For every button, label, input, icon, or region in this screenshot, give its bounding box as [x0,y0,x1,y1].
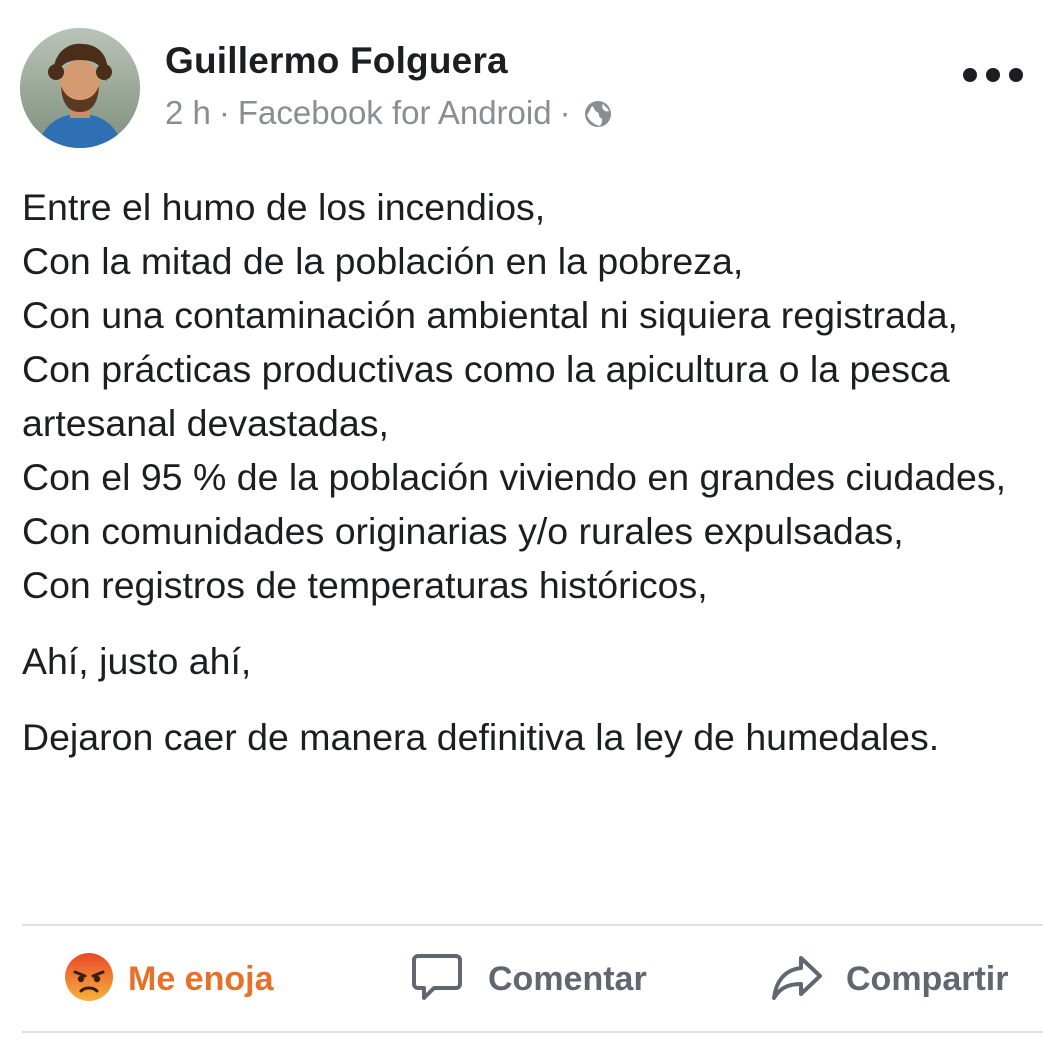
share-label: Compartir [846,959,1009,998]
post-body: Entre el humo de los incendios, Con la m… [22,180,1032,786]
post-paragraph: Entre el humo de los incendios, Con la m… [22,186,1007,606]
actions-divider-top [22,924,1043,926]
react-button[interactable]: Me enoja [64,927,273,1031]
react-label: Me enoja [128,959,274,998]
meta-separator: · [218,94,230,131]
post-paragraph: Dejaron caer de manera definitiva la ley… [22,716,940,758]
post-source: Facebook for Android [237,94,552,131]
more-options-button[interactable] [963,58,1023,92]
comment-bubble-icon [410,950,464,1009]
post-meta: 2 h · Facebook for Android · [165,94,613,132]
author-name[interactable]: Guillermo Folguera [165,40,508,82]
share-arrow-icon [770,950,824,1009]
post-actions-bar: Me enoja Comentar Compartir [0,927,1043,1031]
meta-separator: · [559,94,571,131]
avatar[interactable] [20,28,140,148]
more-dot-icon [986,68,1000,82]
angry-emoji-icon [64,952,114,1007]
post-header: Guillermo Folguera 2 h · Facebook for An… [20,28,1023,148]
share-button[interactable]: Compartir [770,927,1008,1031]
post-time[interactable]: 2 h [165,94,211,132]
comment-label: Comentar [488,959,647,998]
facebook-post: Guillermo Folguera 2 h · Facebook for An… [0,0,1043,1043]
more-dot-icon [963,68,977,82]
more-dot-icon [1009,68,1023,82]
globe-icon[interactable] [583,99,613,129]
comment-button[interactable]: Comentar [410,927,647,1031]
post-paragraph: Ahí, justo ahí, [22,640,252,682]
actions-divider-bottom [22,1031,1043,1033]
